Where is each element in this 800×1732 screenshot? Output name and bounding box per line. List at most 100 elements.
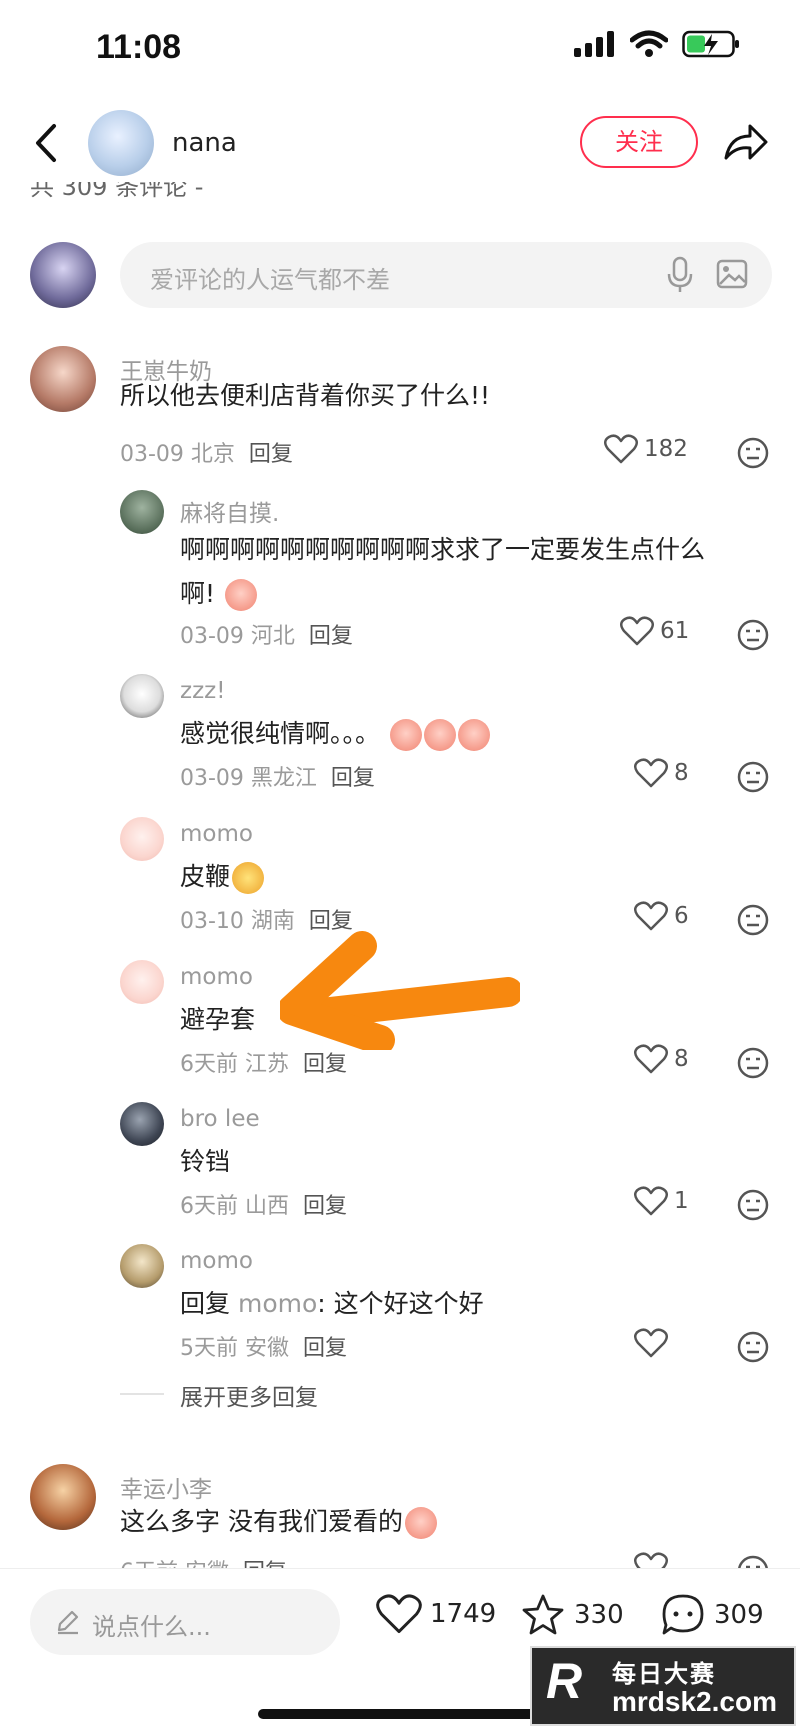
heart-icon xyxy=(634,1552,668,1568)
say-something-input[interactable]: 说点什么... xyxy=(30,1589,340,1655)
dislike-icon[interactable] xyxy=(736,1188,770,1222)
reply-text-line2-content: 啊! xyxy=(180,579,216,608)
replier-avatar[interactable] xyxy=(120,1102,164,1146)
replier-name[interactable]: bro lee xyxy=(180,1106,260,1132)
comment-date-location: 6天前 安徽 xyxy=(120,1560,229,1568)
reply-text[interactable]: 避孕套 xyxy=(180,998,255,1042)
comment-input-placeholder: 爱评论的人运气都不差 xyxy=(150,266,390,294)
heart-icon xyxy=(620,616,654,646)
dislike-icon[interactable] xyxy=(736,1554,770,1568)
heart-icon xyxy=(634,1186,668,1216)
home-indicator xyxy=(258,1709,542,1719)
dislike-icon[interactable] xyxy=(736,618,770,652)
post-favorite-button[interactable]: 330 xyxy=(520,1593,624,1637)
like-button[interactable]: 6 xyxy=(634,901,689,931)
reply-button[interactable]: 回复 xyxy=(309,624,353,649)
replier-avatar[interactable] xyxy=(120,674,164,718)
reply-text-line2[interactable]: 啊! xyxy=(180,572,257,616)
post-comment-count: 309 xyxy=(714,1600,764,1630)
comment-bubble-icon xyxy=(662,1594,704,1635)
heart-icon xyxy=(634,1044,668,1074)
watermark-logo: R 每日大赛 mrdsk2.com xyxy=(530,1646,796,1726)
dislike-icon[interactable] xyxy=(736,1046,770,1080)
replier-avatar[interactable] xyxy=(120,1244,164,1288)
share-icon[interactable] xyxy=(722,122,768,164)
dislike-icon[interactable] xyxy=(736,1330,770,1364)
image-icon[interactable] xyxy=(716,258,748,290)
replier-name[interactable]: zzz! xyxy=(180,678,225,704)
watermark-title: 每日大赛 xyxy=(612,1660,716,1688)
reply-text[interactable]: 感觉很纯情啊。。。 xyxy=(180,712,490,756)
reply-text[interactable]: 铃铛 xyxy=(180,1140,230,1184)
replier-avatar[interactable] xyxy=(120,490,164,534)
commenter-avatar[interactable] xyxy=(30,1464,96,1530)
reply-text-line1[interactable]: 啊啊啊啊啊啊啊啊啊啊求求了一定要发生点什么 xyxy=(180,528,705,572)
current-user-avatar xyxy=(30,242,96,308)
status-time: 11:08 xyxy=(96,28,182,66)
replier-avatar[interactable] xyxy=(120,817,164,861)
signal-icon xyxy=(574,31,614,57)
reply-text[interactable]: 回复 momo: 这个好这个好 xyxy=(180,1282,484,1326)
reply-button[interactable]: 回复 xyxy=(331,766,375,791)
reply-text-content: : 这个好这个好 xyxy=(317,1289,484,1318)
comment-date-location: 03-09 北京 xyxy=(120,442,235,467)
post-header: nana 关注 xyxy=(0,108,800,178)
expand-more-replies[interactable]: 展开更多回复 xyxy=(180,1378,318,1412)
wifi-icon xyxy=(630,30,668,57)
commenter-name[interactable]: 幸运小李 xyxy=(120,1470,212,1504)
author-name[interactable]: nana xyxy=(172,128,237,158)
reply-text[interactable]: 皮鞭 xyxy=(180,855,265,899)
comment-text[interactable]: 所以他去便利店背着你买了什么!! xyxy=(120,374,490,418)
reply-item: 麻将自摸. 啊啊啊啊啊啊啊啊啊啊求求了一定要发生点什么 啊! 03-09 河北回… xyxy=(0,488,800,658)
face-emoji-icon xyxy=(232,862,265,894)
like-button[interactable]: 182 xyxy=(604,434,688,464)
reply-button[interactable]: 回复 xyxy=(303,1052,347,1077)
author-avatar[interactable] xyxy=(88,110,154,176)
dislike-icon[interactable] xyxy=(736,436,770,470)
status-icons xyxy=(574,30,740,58)
replier-name[interactable]: momo xyxy=(180,1248,253,1274)
reply-button[interactable]: 回复 xyxy=(303,1336,347,1361)
replier-name[interactable]: momo xyxy=(180,821,253,847)
replier-name[interactable]: momo xyxy=(180,964,253,990)
heart-icon xyxy=(634,1328,668,1358)
microphone-icon[interactable] xyxy=(666,256,694,294)
post-favorite-count: 330 xyxy=(574,1600,624,1630)
like-button[interactable] xyxy=(634,1552,668,1568)
replier-name[interactable]: 麻将自摸. xyxy=(180,494,279,528)
like-button[interactable] xyxy=(634,1328,674,1358)
follow-button[interactable]: 关注 xyxy=(580,116,698,168)
say-something-placeholder: 说点什么... xyxy=(92,1613,211,1641)
like-count: 182 xyxy=(644,436,688,462)
reply-meta: 03-09 河北 回复 xyxy=(180,618,353,650)
reply-date-location: 5天前 安徽 xyxy=(180,1336,289,1361)
like-button[interactable]: 8 xyxy=(634,1044,689,1074)
reply-date-location: 6天前 山西 xyxy=(180,1194,289,1219)
reply-item: bro lee 铃铛 6天前 山西 回复 1 xyxy=(0,1100,800,1230)
reply-item: momo 皮鞭 03-10 湖南 回复 6 xyxy=(0,815,800,945)
dislike-icon[interactable] xyxy=(736,760,770,794)
battery-charging-icon xyxy=(682,30,739,58)
like-button[interactable]: 1 xyxy=(634,1186,689,1216)
commenter-avatar[interactable] xyxy=(30,346,96,412)
heart-icon xyxy=(604,434,638,464)
post-comment-button[interactable]: 309 xyxy=(660,1593,764,1637)
star-icon xyxy=(522,1594,564,1635)
reply-to-user[interactable]: momo xyxy=(238,1289,317,1318)
reply-button[interactable]: 回复 xyxy=(303,1194,347,1219)
like-button[interactable]: 61 xyxy=(620,616,689,646)
comment-input[interactable]: 爱评论的人运气都不差 xyxy=(120,242,772,308)
dislike-icon[interactable] xyxy=(736,903,770,937)
pencil-icon xyxy=(57,1610,79,1635)
post-like-button[interactable]: 1749 xyxy=(376,1593,496,1635)
reply-meta: 5天前 安徽 回复 xyxy=(180,1330,347,1362)
replier-avatar[interactable] xyxy=(120,960,164,1004)
comment-text[interactable]: 这么多字 没有我们爱看的 xyxy=(120,1500,437,1544)
reply-button[interactable]: 回复 xyxy=(243,1560,287,1568)
back-icon[interactable] xyxy=(28,120,68,166)
like-button[interactable]: 8 xyxy=(634,758,689,788)
heart-icon xyxy=(634,758,668,788)
comment-text-content: 这么多字 没有我们爱看的 xyxy=(120,1507,403,1536)
reply-button[interactable]: 回复 xyxy=(249,442,293,467)
comment-meta: 6天前 安徽 回复 xyxy=(120,1554,287,1568)
